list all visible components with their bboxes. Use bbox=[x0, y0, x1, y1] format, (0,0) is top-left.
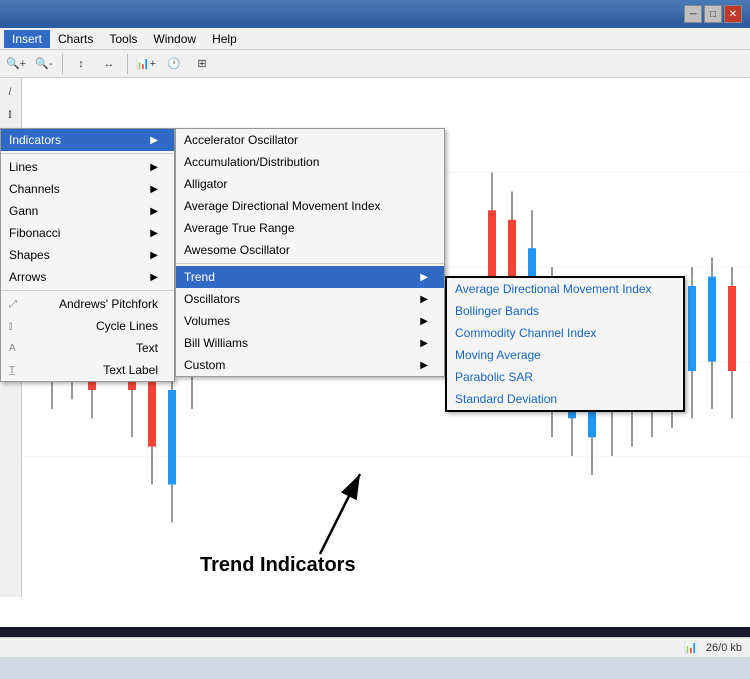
diagonal-line-icon[interactable]: / bbox=[0, 82, 20, 102]
text-a-icon: A bbox=[9, 343, 16, 354]
menu-bar: Insert Charts Tools Window Help bbox=[0, 28, 750, 50]
submenu-accelerator[interactable]: Accelerator Oscillator bbox=[176, 129, 444, 151]
bill-williams-arrow: ▶ bbox=[420, 338, 428, 349]
main-content: / ⫾ A T̲ bbox=[0, 78, 750, 657]
cycle-lines-icon[interactable]: ⫾ bbox=[0, 104, 20, 124]
title-bar-buttons: ─ □ ✕ bbox=[684, 5, 742, 23]
toolbar-btn-4[interactable]: ↔ bbox=[97, 53, 121, 75]
menu-item-insert[interactable]: Insert bbox=[4, 30, 50, 48]
toolbar-separator-2 bbox=[127, 54, 128, 74]
annotation-text: Trend Indicators bbox=[200, 554, 356, 576]
status-text: 26/0 kb bbox=[706, 642, 742, 654]
trend-ma[interactable]: Moving Average bbox=[447, 344, 683, 366]
submenu-accumulation[interactable]: Accumulation/Distribution bbox=[176, 151, 444, 173]
submenu-awesome[interactable]: Awesome Oscillator bbox=[176, 239, 444, 261]
toolbar-btn-3[interactable]: ↕ bbox=[69, 53, 93, 75]
insert-separator-1 bbox=[1, 153, 174, 154]
text-label-icon: T̲ bbox=[9, 365, 15, 376]
submenu-trend[interactable]: Trend ▶ bbox=[176, 266, 444, 288]
status-bar: 📊 26/0 kb bbox=[0, 637, 750, 657]
lines-arrow: ▶ bbox=[150, 162, 158, 173]
menu-item-window[interactable]: Window bbox=[145, 30, 204, 48]
maximize-button[interactable]: □ bbox=[704, 5, 722, 23]
indicators-submenu: Accelerator Oscillator Accumulation/Dist… bbox=[175, 128, 445, 377]
oscillators-arrow: ▶ bbox=[420, 294, 428, 305]
menu-item-fibonacci[interactable]: Fibonacci ▶ bbox=[1, 222, 174, 244]
menu-item-pitchfork[interactable]: ⤢ Andrews' Pitchfork bbox=[1, 293, 174, 315]
trend-submenu: Average Directional Movement Index Bolli… bbox=[445, 276, 685, 412]
submenu-alligator[interactable]: Alligator bbox=[176, 173, 444, 195]
menu-item-channels[interactable]: Channels ▶ bbox=[1, 178, 174, 200]
arrows-arrow: ▶ bbox=[150, 272, 158, 283]
trend-arrow: ▶ bbox=[420, 272, 428, 283]
insert-separator-2 bbox=[1, 290, 174, 291]
channels-arrow: ▶ bbox=[150, 184, 158, 195]
submenu-bill-williams[interactable]: Bill Williams ▶ bbox=[176, 332, 444, 354]
chart-icon: 📊 bbox=[684, 641, 698, 654]
submenu-volumes[interactable]: Volumes ▶ bbox=[176, 310, 444, 332]
shapes-arrow: ▶ bbox=[150, 250, 158, 261]
toolbar-btn-clock[interactable]: 🕐 bbox=[162, 53, 186, 75]
toolbar-separator-1 bbox=[62, 54, 63, 74]
trend-parabolic[interactable]: Parabolic SAR bbox=[447, 366, 683, 388]
menu-item-cycle-lines[interactable]: ⫾ Cycle Lines bbox=[1, 315, 174, 337]
menu-item-charts[interactable]: Charts bbox=[50, 30, 101, 48]
minimize-button[interactable]: ─ bbox=[684, 5, 702, 23]
toolbar-btn-2[interactable]: 🔍- bbox=[32, 53, 56, 75]
trend-std-dev[interactable]: Standard Deviation bbox=[447, 388, 683, 410]
menu-item-text-label[interactable]: T̲ Text Label bbox=[1, 359, 174, 381]
cycle-icon: ⫾ bbox=[9, 321, 12, 332]
toolbar-btn-1[interactable]: 🔍+ bbox=[4, 53, 28, 75]
close-button[interactable]: ✕ bbox=[724, 5, 742, 23]
title-bar: ─ □ ✕ bbox=[0, 0, 750, 28]
indicators-separator-1 bbox=[176, 263, 444, 264]
toolbar-btn-chart[interactable]: 📊+ bbox=[134, 53, 158, 75]
trend-bollinger[interactable]: Bollinger Bands bbox=[447, 300, 683, 322]
trend-admi[interactable]: Average Directional Movement Index bbox=[447, 278, 683, 300]
menu-item-gann[interactable]: Gann ▶ bbox=[1, 200, 174, 222]
submenu-oscillators[interactable]: Oscillators ▶ bbox=[176, 288, 444, 310]
indicators-arrow: ▶ bbox=[150, 135, 158, 146]
trend-cci[interactable]: Commodity Channel Index bbox=[447, 322, 683, 344]
menu-item-arrows[interactable]: Arrows ▶ bbox=[1, 266, 174, 288]
custom-arrow: ▶ bbox=[420, 360, 428, 371]
annotation: Trend Indicators bbox=[200, 454, 400, 577]
toolbar-btn-grid[interactable]: ⊞ bbox=[190, 53, 214, 75]
volumes-arrow: ▶ bbox=[420, 316, 428, 327]
gann-arrow: ▶ bbox=[150, 206, 158, 217]
menu-item-shapes[interactable]: Shapes ▶ bbox=[1, 244, 174, 266]
submenu-admi[interactable]: Average Directional Movement Index bbox=[176, 195, 444, 217]
fibonacci-arrow: ▶ bbox=[150, 228, 158, 239]
toolbar: 🔍+ 🔍- ↕ ↔ 📊+ 🕐 ⊞ bbox=[0, 50, 750, 78]
menu-item-tools[interactable]: Tools bbox=[101, 30, 145, 48]
pitchfork-icon: ⤢ bbox=[9, 299, 17, 310]
insert-menu: Indicators ▶ Lines ▶ Channels ▶ Gann ▶ F… bbox=[0, 128, 175, 382]
menu-item-text[interactable]: A Text bbox=[1, 337, 174, 359]
menu-item-lines[interactable]: Lines ▶ bbox=[1, 156, 174, 178]
submenu-atr[interactable]: Average True Range bbox=[176, 217, 444, 239]
submenu-custom[interactable]: Custom ▶ bbox=[176, 354, 444, 376]
menu-item-indicators[interactable]: Indicators ▶ bbox=[1, 129, 174, 151]
menu-item-help[interactable]: Help bbox=[204, 30, 245, 48]
